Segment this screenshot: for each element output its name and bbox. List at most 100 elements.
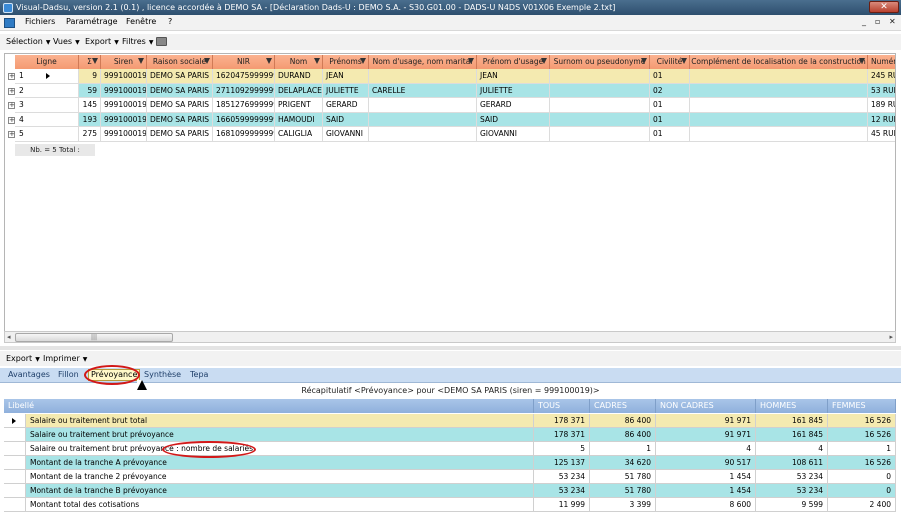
- column-header-cadres[interactable]: CADRES: [590, 399, 656, 413]
- filtres-menu[interactable]: Filtres ▼: [122, 37, 153, 46]
- column-header-prenom-usage[interactable]: Prénom d'usage: [477, 55, 550, 69]
- column-header-nir[interactable]: NIR: [213, 55, 275, 69]
- print-icon[interactable]: [156, 37, 167, 46]
- menu-bar: Fichiers Paramétrage Fenêtre ? _ ▫ ✕: [0, 15, 901, 31]
- column-header-tous[interactable]: TOUS: [534, 399, 590, 413]
- filter-icon[interactable]: [204, 58, 210, 64]
- cell-non-cadres: 8 600: [656, 498, 756, 512]
- grid-summary: Nb. = 5 Total :: [15, 144, 95, 156]
- recap-row[interactable]: Salaire ou traitement brut prévoyance 17…: [4, 428, 896, 442]
- filter-icon[interactable]: [641, 58, 647, 64]
- table-row[interactable]: + 3 145 999100019 DEMO SA PARIS 18512769…: [5, 98, 895, 113]
- cell-complement: [690, 127, 868, 142]
- imprimer-menu[interactable]: Imprimer ▼: [43, 354, 87, 363]
- header-label: Nom: [289, 57, 308, 66]
- column-header-siren[interactable]: Siren: [101, 55, 147, 69]
- table-row[interactable]: + 5 275 999100019 DEMO SA PARIS 16810999…: [5, 127, 895, 142]
- column-header-nom-usage[interactable]: Nom d'usage, nom marital: [369, 55, 477, 69]
- column-header-hommes[interactable]: HOMMES: [756, 399, 828, 413]
- cell-prenom-usage: JEAN: [477, 69, 550, 84]
- cell-numero: 189 RU: [868, 98, 895, 113]
- export-menu[interactable]: Export ▼: [85, 37, 119, 46]
- expand-icon[interactable]: +: [8, 131, 15, 138]
- expand-icon[interactable]: +: [8, 73, 15, 80]
- column-header-prenoms[interactable]: Prénoms: [323, 55, 369, 69]
- header-label: Prénom d'usage: [482, 57, 544, 66]
- filter-icon[interactable]: [859, 58, 865, 64]
- export-menu-bottom[interactable]: Export ▼: [6, 354, 40, 363]
- cell-siren: 999100019: [101, 112, 147, 127]
- horizontal-scrollbar[interactable]: ◂ ||| ▸: [4, 331, 896, 343]
- cell-civilite: 02: [650, 83, 690, 98]
- imprimer-label: Imprimer: [43, 354, 80, 363]
- vues-menu[interactable]: Vues ▼: [53, 37, 80, 46]
- cell-siren: 999100019: [101, 98, 147, 113]
- menu-parametrage[interactable]: Paramétrage: [66, 17, 118, 26]
- table-row[interactable]: + 2 59 999100019 DEMO SA PARIS 271109299…: [5, 83, 895, 98]
- filter-icon[interactable]: [468, 58, 474, 64]
- column-header-numero[interactable]: Numéro: [868, 55, 896, 69]
- recap-row[interactable]: Montant de la tranche A prévoyance 125 1…: [4, 456, 896, 470]
- column-header-civilite[interactable]: Civilité: [650, 55, 690, 69]
- cell-raison: DEMO SA PARIS: [147, 127, 213, 142]
- cell-hommes: 108 611: [756, 456, 828, 470]
- dropdown-arrow-icon: ▼: [35, 356, 40, 363]
- mdi-restore-button[interactable]: ▫: [875, 17, 880, 26]
- menu-help[interactable]: ?: [168, 17, 172, 26]
- filter-icon[interactable]: [681, 58, 687, 64]
- cell-ligne: 3: [15, 98, 79, 113]
- column-header-femmes[interactable]: FEMMES: [828, 399, 896, 413]
- filter-icon[interactable]: [92, 58, 98, 64]
- tab-synthese[interactable]: Synthèse: [144, 370, 181, 379]
- menu-fenetre[interactable]: Fenêtre: [126, 17, 156, 26]
- filter-icon[interactable]: [541, 58, 547, 64]
- cell-tous: 5: [534, 442, 590, 456]
- column-header-ligne[interactable]: Ligne: [15, 55, 79, 69]
- scroll-left-icon[interactable]: ◂: [7, 333, 11, 341]
- tab-avantages[interactable]: Avantages: [8, 370, 50, 379]
- table-row[interactable]: + 4 193 999100019 DEMO SA PARIS 16605999…: [5, 112, 895, 127]
- column-header-sigma[interactable]: Σ: [79, 55, 101, 69]
- column-header-surnom[interactable]: Surnom ou pseudonyme: [550, 55, 650, 69]
- cell-sigma: 193: [79, 112, 101, 127]
- mdi-minimize-button[interactable]: _: [862, 17, 866, 26]
- cell-numero: 12 RUE: [868, 112, 895, 127]
- cell-ligne: 1: [15, 69, 79, 84]
- scrollbar-thumb[interactable]: |||: [15, 333, 173, 342]
- header-label: Numéro: [871, 57, 896, 66]
- column-header-libelle[interactable]: Libellé: [4, 399, 534, 413]
- selection-menu[interactable]: Sélection ▼: [6, 37, 51, 46]
- window-close-button[interactable]: ✕: [869, 1, 899, 13]
- cell-siren: 999100019: [101, 69, 147, 84]
- tab-fillon[interactable]: Fillon: [58, 370, 79, 379]
- column-header-complement[interactable]: Complément de localisation de la constru…: [690, 55, 868, 69]
- cell-nir: 1620475999999: [213, 69, 275, 84]
- recap-row[interactable]: Montant de la tranche B prévoyance 53 23…: [4, 484, 896, 498]
- recap-row[interactable]: Salaire ou traitement brut total 178 371…: [4, 414, 896, 428]
- table-row[interactable]: + 1 9 999100019 DEMO SA PARIS 1620475999…: [5, 69, 895, 84]
- cell-non-cadres: 90 517: [656, 456, 756, 470]
- expand-icon[interactable]: +: [8, 116, 15, 124]
- filter-icon[interactable]: [314, 58, 320, 64]
- cell-hommes: 4: [756, 442, 828, 456]
- document-icon: [4, 18, 15, 28]
- expand-icon[interactable]: +: [8, 102, 15, 109]
- tab-tepa[interactable]: Tepa: [190, 370, 208, 379]
- panel-splitter[interactable]: [0, 346, 901, 350]
- cell-prenoms: JULIETTE: [323, 83, 369, 98]
- menu-fichiers[interactable]: Fichiers: [25, 17, 55, 26]
- recap-row[interactable]: Montant de la tranche 2 prévoyance 53 23…: [4, 470, 896, 484]
- scroll-right-icon[interactable]: ▸: [889, 333, 893, 341]
- filter-icon[interactable]: [266, 58, 272, 64]
- recap-row[interactable]: Montant total des cotisations 11 999 3 3…: [4, 498, 896, 512]
- column-header-non-cadres[interactable]: NON CADRES: [656, 399, 756, 413]
- column-header-nom[interactable]: Nom: [275, 55, 323, 69]
- cell-libelle: Montant de la tranche A prévoyance: [26, 456, 534, 470]
- recap-row[interactable]: Salaire ou traitement brut prévoyance : …: [4, 442, 896, 456]
- filter-icon[interactable]: [360, 58, 366, 64]
- export-label: Export: [6, 354, 33, 363]
- filter-icon[interactable]: [138, 58, 144, 64]
- mdi-close-button[interactable]: ✕: [889, 17, 896, 26]
- column-header-raison-sociale[interactable]: Raison sociale: [147, 55, 213, 69]
- expand-icon[interactable]: +: [8, 87, 15, 95]
